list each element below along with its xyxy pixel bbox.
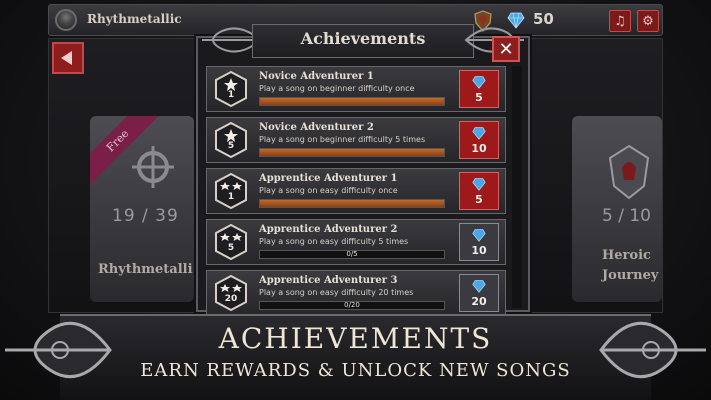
progress-bar bbox=[259, 97, 445, 106]
diamond-gem-icon bbox=[472, 178, 486, 191]
achievement-title: Apprentice Adventurer 3 bbox=[259, 275, 398, 286]
achievement-title: Apprentice Adventurer 2 bbox=[259, 224, 398, 235]
progress-fill bbox=[260, 149, 444, 156]
badge-count: 1 bbox=[227, 192, 235, 202]
achievement-row: 5 Novice Adventurer 2 Play a song on begin… bbox=[206, 117, 506, 163]
achievement-badge-icon bbox=[215, 275, 247, 311]
diamond-gem-icon bbox=[472, 127, 486, 140]
reward-button[interactable]: 10 bbox=[459, 121, 499, 159]
progress-text: 0/20 bbox=[344, 301, 360, 309]
progress-bar bbox=[259, 148, 445, 157]
music-note-icon: ♫ bbox=[614, 13, 626, 29]
back-button[interactable] bbox=[52, 42, 84, 74]
pack-progress: 19 / 39 bbox=[112, 206, 179, 226]
achievement-row: 20 Apprentice Adventurer 3 Play a song on … bbox=[206, 270, 506, 316]
scrollbar[interactable] bbox=[512, 66, 522, 308]
modal-header: Achievements bbox=[196, 22, 530, 58]
reward-amount: 10 bbox=[471, 244, 487, 257]
pack-name-line1: Heroic bbox=[602, 248, 651, 263]
reward-amount: 20 bbox=[471, 295, 487, 308]
achievement-title: Novice Adventurer 1 bbox=[259, 71, 374, 82]
badge-count: 5 bbox=[227, 141, 235, 151]
reward-amount: 10 bbox=[471, 142, 487, 155]
achievement-title: Novice Adventurer 2 bbox=[259, 122, 374, 133]
achievement-badge-icon bbox=[215, 122, 247, 158]
username: Rhythmetallic bbox=[87, 12, 182, 26]
skull-crest-icon bbox=[608, 144, 650, 200]
song-pack-card-right[interactable]: 5 / 10 Heroic Journey bbox=[572, 116, 662, 302]
progress-fill bbox=[260, 200, 444, 207]
progress-text: 0/5 bbox=[346, 250, 358, 258]
achievement-list: 1 Novice Adventurer 1 Play a song on begin… bbox=[206, 66, 506, 321]
music-button[interactable]: ♫ bbox=[609, 10, 631, 32]
diamond-gem-icon bbox=[472, 76, 486, 89]
banner-title: ACHIEVEMENTS bbox=[218, 322, 493, 355]
achievement-description: Play a song on easy difficulty once bbox=[259, 186, 398, 195]
progress-bar bbox=[259, 199, 445, 208]
close-button[interactable]: ✕ bbox=[492, 36, 520, 62]
diamond-gem-icon bbox=[472, 229, 486, 242]
badge-count: 20 bbox=[224, 294, 238, 304]
gear-icon: ⚙ bbox=[642, 13, 654, 29]
pack-name-line2: Journey bbox=[602, 268, 659, 283]
reward-button[interactable]: 5 bbox=[459, 172, 499, 210]
pack-name: Rhythmetalli bbox=[98, 262, 193, 277]
achievement-description: Play a song on beginner difficulty once bbox=[259, 84, 415, 93]
achievement-row: 1 Novice Adventurer 1 Play a song on begin… bbox=[206, 66, 506, 112]
gem-count: 50 bbox=[533, 10, 554, 28]
achievement-description: Play a song on beginner difficulty 5 tim… bbox=[259, 135, 426, 144]
achievement-badge-icon bbox=[215, 71, 247, 107]
badge-count: 5 bbox=[227, 243, 235, 253]
pack-progress: 5 / 10 bbox=[602, 206, 651, 226]
song-pack-card-left[interactable]: Free 19 / 39 Rhythmetalli bbox=[90, 116, 194, 302]
achievement-badge-icon bbox=[215, 173, 247, 209]
achievement-description: Play a song on easy difficulty 20 times bbox=[259, 288, 414, 297]
achievement-title: Apprentice Adventurer 1 bbox=[259, 173, 398, 184]
achievement-row: 1 Apprentice Adventurer 1 Play a song on e… bbox=[206, 168, 506, 214]
ornament-left-icon bbox=[5, 321, 112, 379]
reward-amount: 5 bbox=[475, 91, 483, 104]
progress-bar: 0/5 bbox=[259, 250, 445, 259]
emblem-icon bbox=[132, 146, 174, 188]
achievement-row: 5 Apprentice Adventurer 2 Play a song on e… bbox=[206, 219, 506, 265]
ornament-right-icon bbox=[599, 321, 706, 379]
achievement-description: Play a song on easy difficulty 5 times bbox=[259, 237, 409, 246]
reward-amount: 5 bbox=[475, 193, 483, 206]
reward-button[interactable]: 5 bbox=[459, 70, 499, 108]
reward-button[interactable]: 10 bbox=[459, 223, 499, 261]
diamond-gem-icon bbox=[472, 280, 486, 293]
settings-button[interactable]: ⚙ bbox=[637, 10, 659, 32]
pack-name: Heroic Journey bbox=[602, 246, 658, 286]
achievement-badge-icon bbox=[215, 224, 247, 260]
promo-banner: ACHIEVEMENTS EARN REWARDS & UNLOCK NEW S… bbox=[60, 314, 651, 400]
progress-fill bbox=[260, 98, 444, 105]
reward-button[interactable]: 20 bbox=[459, 274, 499, 312]
avatar[interactable] bbox=[55, 9, 77, 31]
banner-subtitle: EARN REWARDS & UNLOCK NEW SONGS bbox=[140, 360, 571, 381]
close-icon: ✕ bbox=[498, 38, 514, 60]
progress-bar: 0/20 bbox=[259, 301, 445, 310]
badge-count: 1 bbox=[227, 90, 235, 100]
